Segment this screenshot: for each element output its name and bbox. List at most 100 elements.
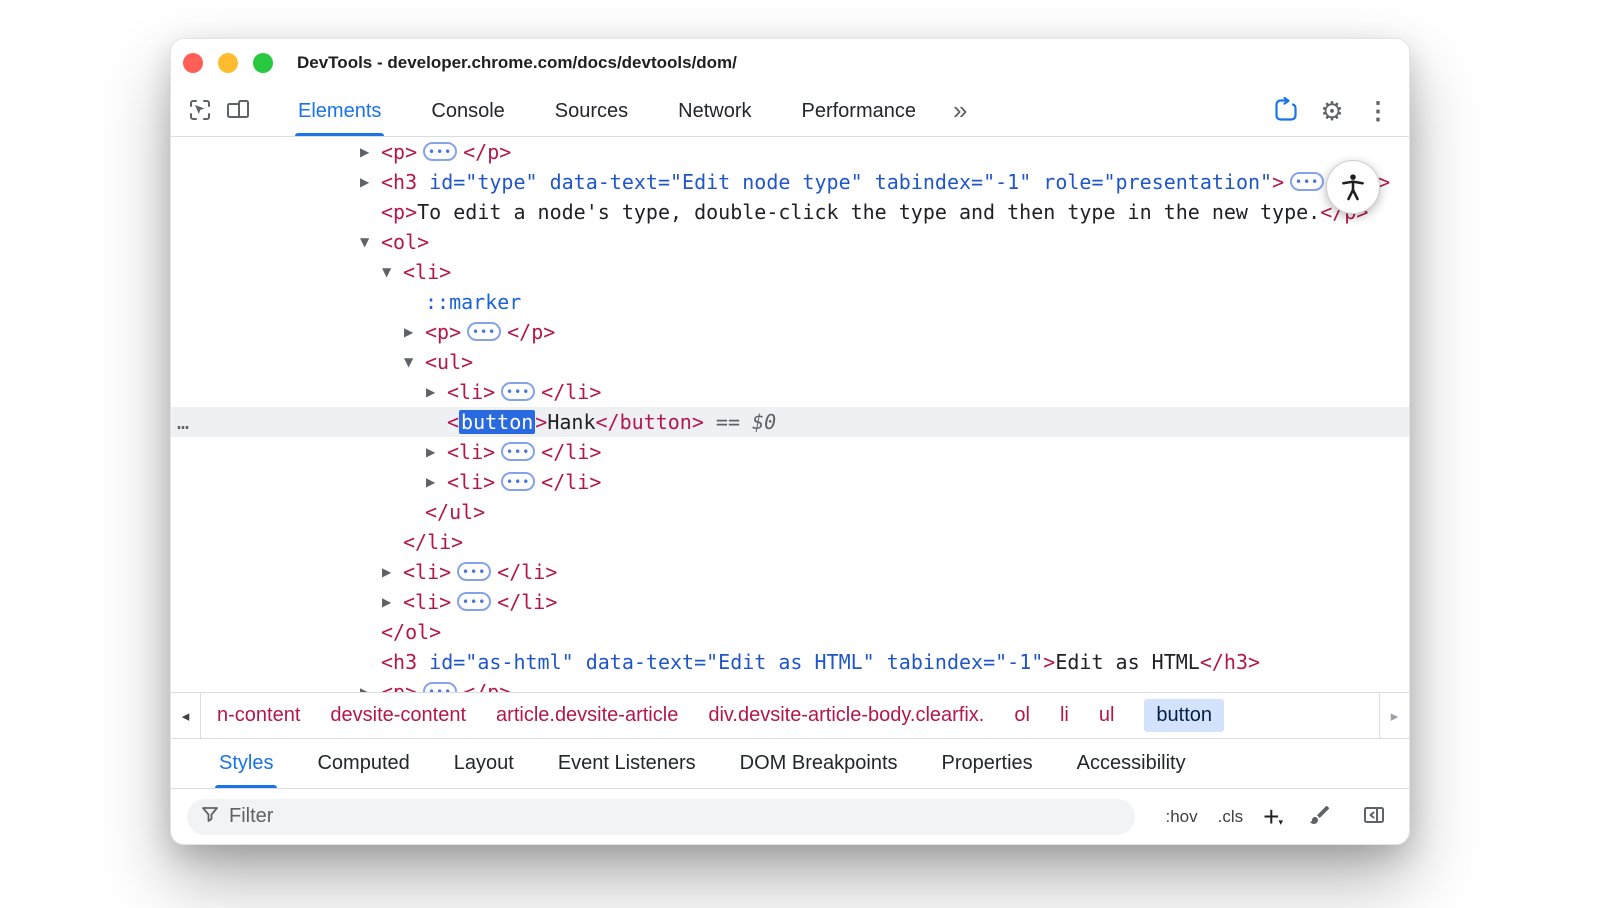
tree-row[interactable]: ▶<h3 id="type" data-text="Edit node type… [171,167,1409,197]
tab-elements[interactable]: Elements [273,87,406,136]
close-window-button[interactable] [183,53,203,73]
expand-children-button[interactable]: ••• [423,142,457,161]
tab-network[interactable]: Network [653,87,776,136]
ellipsis-icon: ••• [506,476,530,488]
sidebar-tab-accessibility[interactable]: Accessibility [1055,739,1208,788]
inspect-element-button[interactable] [181,87,219,136]
breadcrumb-item-div-devsite-article-body-clearfix[interactable]: div.devsite-article-body.clearfix. [708,704,984,727]
tree-row[interactable]: </ol> [171,617,1409,647]
desktop-background: DevTools - developer.chrome.com/docs/dev… [0,0,1600,908]
code-token-tag: <li> [403,590,451,614]
breadcrumb-item-article-devsite-article[interactable]: article.devsite-article [496,704,678,727]
code-token-tag: </h3> [1200,650,1260,674]
tab-sources[interactable]: Sources [530,87,653,136]
tree-row[interactable]: ▶<p>•••</p> [171,677,1409,692]
code-token-tag: </button> [596,410,704,434]
disclosure-down-icon[interactable]: ▼ [360,227,369,257]
disclosure-right-icon[interactable]: ▶ [360,137,369,167]
maximize-window-button[interactable] [253,53,273,73]
minimize-window-button[interactable] [218,53,238,73]
code-token-tag: <li> [447,470,495,494]
expand-children-button[interactable]: ••• [1290,172,1324,191]
disclosure-right-icon[interactable]: ▶ [360,167,369,197]
tab-console[interactable]: Console [406,87,529,136]
disclosure-right-icon[interactable]: ▶ [382,557,391,587]
ellipsis-icon: ••• [472,326,496,338]
tree-row[interactable]: ▶<li>•••</li> [171,557,1409,587]
disclosure-right-icon[interactable]: ▶ [426,377,435,407]
tree-row[interactable]: ▼<ol> [171,227,1409,257]
code-token-tag: </li> [541,440,601,464]
tree-row[interactable]: ▶<li>•••</li> [171,437,1409,467]
expand-children-button[interactable]: ••• [501,442,535,461]
disclosure-right-icon[interactable]: ▶ [404,317,413,347]
tree-row[interactable]: </li> [171,527,1409,557]
tree-row[interactable]: ::marker [171,287,1409,317]
sidebar-tab-properties[interactable]: Properties [920,739,1055,788]
tree-row[interactable]: ▶<li>•••</li> [171,587,1409,617]
devtools-menu-button[interactable]: ⋮ [1361,95,1395,129]
expand-children-button[interactable]: ••• [457,592,491,611]
expand-children-button[interactable]: ••• [501,472,535,491]
code-token-attr: tabindex= [875,650,995,674]
element-classes-button[interactable]: .cls [1218,807,1244,827]
more-tabs-button[interactable]: » [941,87,979,136]
breadcrumb-scroll-left-button[interactable]: ◂ [171,693,201,738]
disclosure-right-icon[interactable]: ▶ [360,677,369,692]
rendering-emulation-button[interactable] [1303,800,1337,834]
row-overflow-dots-icon[interactable]: … [177,407,189,437]
code-token-tag: > [1272,170,1284,194]
expand-children-button[interactable]: ••• [457,562,491,581]
disclosure-right-icon[interactable]: ▶ [426,467,435,497]
code-token-tag: </ul> [425,500,485,524]
new-style-rule-button[interactable]: + ▾ [1263,804,1283,830]
code-token-tag: </li> [497,560,557,584]
code-token-attr: tabindex= [863,170,983,194]
breadcrumb-item-devsite-content[interactable]: devsite-content [330,704,466,727]
breadcrumb-item-ul[interactable]: ul [1099,704,1115,727]
paintbrush-icon [1308,803,1332,830]
toggle-sidebar-button[interactable] [1357,800,1391,834]
code-token-str: "presentation" [1104,170,1273,194]
styles-filter-input[interactable]: Filter [187,799,1135,835]
breadcrumb-item-ol[interactable]: ol [1014,704,1030,727]
sidebar-tab-dom-breakpoints[interactable]: DOM Breakpoints [718,739,920,788]
sidebar-tab-computed[interactable]: Computed [295,739,431,788]
expand-children-button[interactable]: ••• [467,322,501,341]
tree-row[interactable]: …<button>Hank</button> == $0 [171,407,1409,437]
tree-row[interactable]: ▶<p>•••</p> [171,317,1409,347]
code-token-tag: <h3 [381,650,417,674]
tree-row[interactable]: ▼<ul> [171,347,1409,377]
breadcrumb-scroll-right-button[interactable]: ▸ [1379,693,1409,738]
tree-row[interactable]: ▶<li>•••</li> [171,467,1409,497]
sidebar-tab-layout[interactable]: Layout [432,739,536,788]
disclosure-down-icon[interactable]: ▼ [404,347,413,377]
tab-performance[interactable]: Performance [777,87,942,136]
disclosure-right-icon[interactable]: ▶ [426,437,435,467]
breadcrumb-item-button[interactable]: button [1144,699,1224,732]
toggle-element-state-button[interactable]: :hov [1165,807,1197,827]
sidebar-tab-styles[interactable]: Styles [197,739,295,788]
toolbar-extension-button[interactable] [1269,95,1303,129]
ellipsis-icon: ••• [428,146,452,158]
tree-row[interactable]: <p>To edit a node's type, double-click t… [171,197,1409,227]
breadcrumb-item-n-content[interactable]: n-content [217,704,300,727]
tree-row[interactable]: </ul> [171,497,1409,527]
expand-children-button[interactable]: ••• [501,382,535,401]
tree-row[interactable]: ▶<p>•••</p> [171,137,1409,167]
device-toolbar-button[interactable] [219,87,257,136]
tree-row[interactable]: <h3 id="as-html" data-text="Edit as HTML… [171,647,1409,677]
sidebar-tab-event-listeners[interactable]: Event Listeners [536,739,718,788]
filter-placeholder: Filter [229,805,273,828]
code-token-str: "-1" [995,650,1043,674]
disclosure-down-icon[interactable]: ▼ [382,257,391,287]
window-titlebar[interactable]: DevTools - developer.chrome.com/docs/dev… [171,39,1409,87]
expand-children-button[interactable]: ••• [423,682,457,692]
tree-row[interactable]: ▶<li>•••</li> [171,377,1409,407]
disclosure-right-icon[interactable]: ▶ [382,587,391,617]
code-token-text: Hank [547,410,595,434]
code-token-tag: > [1043,650,1055,674]
settings-button[interactable]: ⚙ [1315,95,1349,129]
tree-row[interactable]: ▼<li> [171,257,1409,287]
breadcrumb-item-li[interactable]: li [1060,704,1069,727]
